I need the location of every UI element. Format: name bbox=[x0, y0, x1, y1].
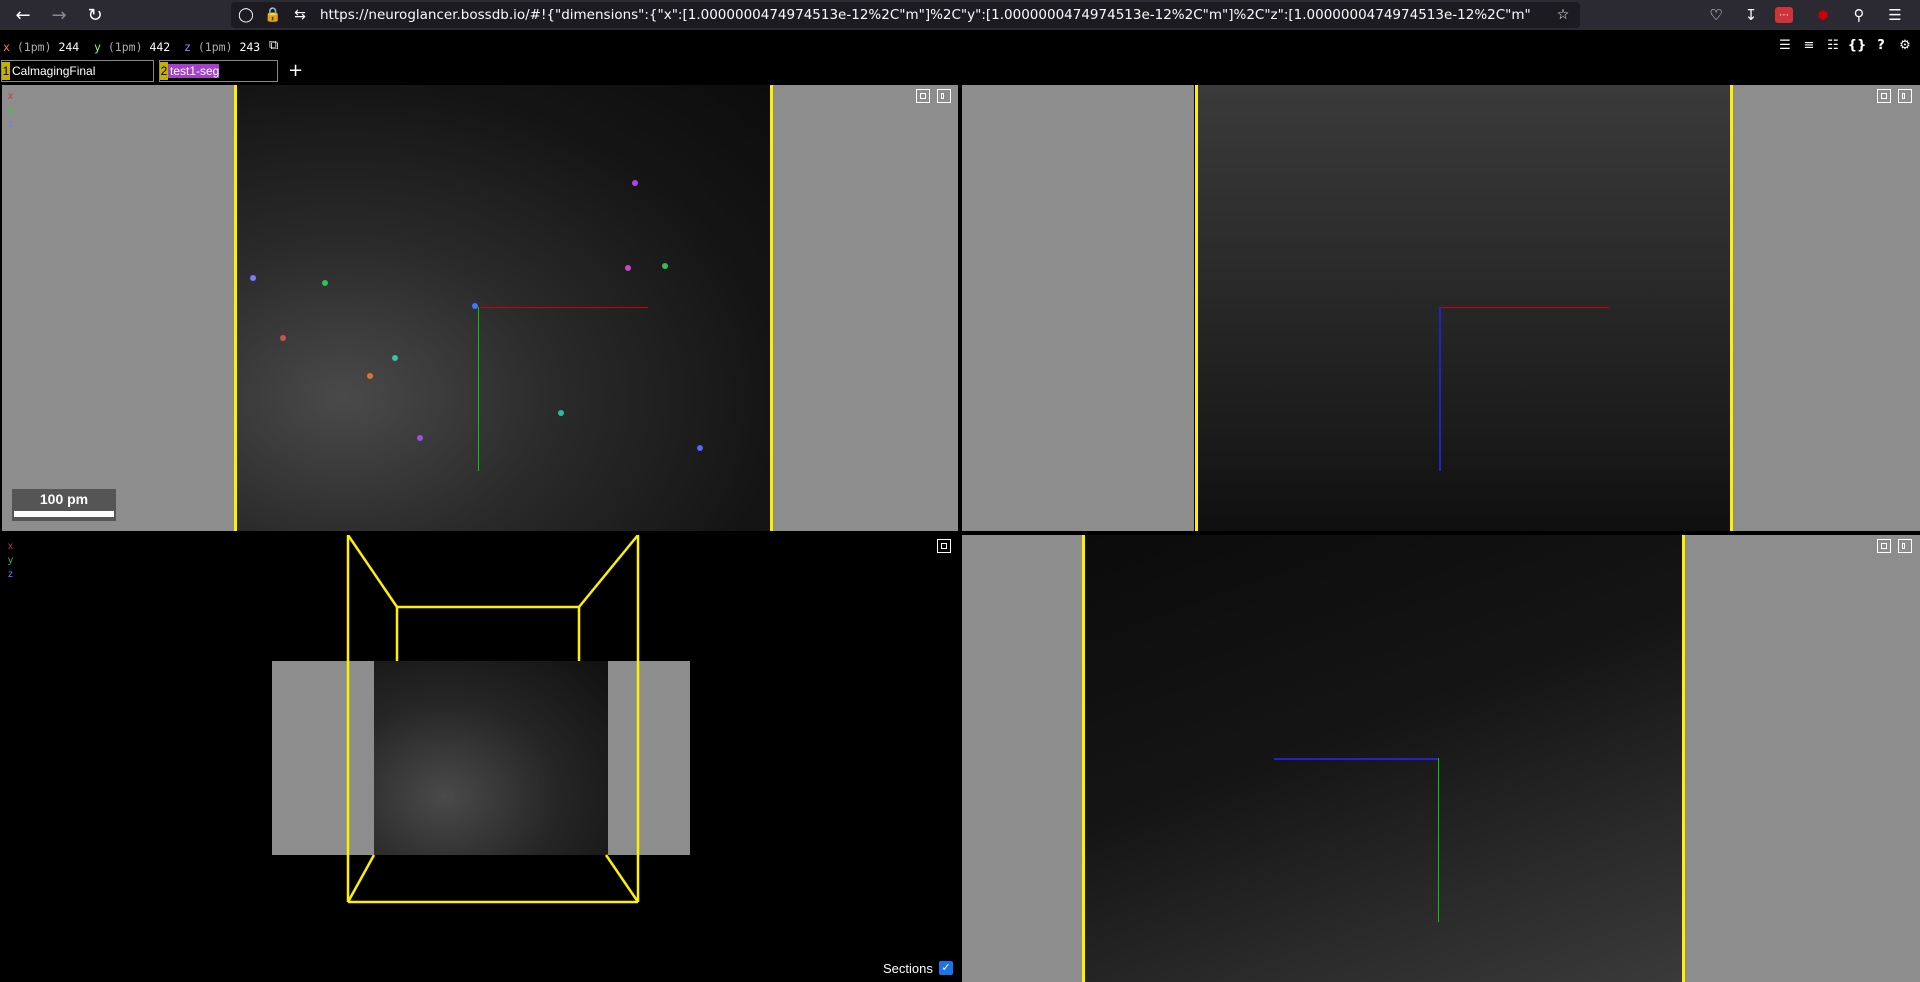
pocket-icon[interactable]: ♡ bbox=[1705, 4, 1727, 26]
panel-xy[interactable]: x y z bbox=[2, 85, 958, 531]
permissions-icon[interactable]: ⇆ bbox=[290, 5, 310, 25]
coordinate-y[interactable]: y (1pm) 442 bbox=[94, 40, 170, 54]
sections-label: Sections bbox=[883, 961, 933, 976]
segment-dot[interactable] bbox=[322, 280, 328, 286]
download-icon[interactable]: ↧ bbox=[1740, 4, 1762, 26]
panel-layout-button[interactable] bbox=[937, 89, 951, 103]
layer-name[interactable]: CalmagingFinal bbox=[10, 64, 95, 78]
layer-number: 2 bbox=[160, 62, 168, 80]
panel-3d[interactable]: x y z bbox=[2, 535, 958, 982]
coordinate-x[interactable]: x (1pm) 244 bbox=[3, 40, 79, 54]
segment-dot[interactable] bbox=[280, 335, 286, 341]
layer-name[interactable]: test1-seg bbox=[168, 64, 220, 78]
axis-x-label: x bbox=[8, 91, 13, 102]
segment-dot[interactable] bbox=[662, 263, 668, 269]
maximize-panel-button[interactable] bbox=[1877, 89, 1891, 103]
reload-icon[interactable]: ↻ bbox=[82, 3, 108, 27]
scale-bar: 100 pm bbox=[12, 489, 116, 521]
boundary-line bbox=[1730, 85, 1733, 531]
segment-dot[interactable] bbox=[625, 265, 631, 271]
forward-arrow-icon[interactable]: → bbox=[46, 3, 72, 27]
unit-label: (1pm) bbox=[197, 40, 233, 54]
json-button[interactable]: {} bbox=[1848, 37, 1867, 53]
axis-z-label: z bbox=[8, 119, 13, 130]
boundary-line bbox=[770, 85, 773, 531]
y-axis-line bbox=[1438, 758, 1439, 922]
boundary-line bbox=[1682, 535, 1685, 982]
browser-toolbar: ← → ↻ ◯ 🔒 ⇆ https://neuroglancer.bossdb.… bbox=[0, 0, 1920, 30]
url-text[interactable]: https://neuroglancer.bossdb.io/#!{"dimen… bbox=[320, 7, 1532, 23]
coordinate-value[interactable]: 442 bbox=[149, 40, 170, 54]
layer-list-icon[interactable]: ≡ bbox=[1801, 37, 1817, 53]
axis-y-label: y bbox=[8, 105, 13, 116]
segment-dot[interactable] bbox=[392, 355, 398, 361]
bounding-box bbox=[346, 535, 640, 904]
panel-layout-button[interactable] bbox=[1898, 539, 1912, 553]
segment-dot[interactable] bbox=[250, 275, 256, 281]
unit-label: (1pm) bbox=[107, 40, 143, 54]
panel-yz[interactable] bbox=[962, 535, 1920, 982]
segment-dot[interactable] bbox=[367, 373, 373, 379]
help-button[interactable]: ? bbox=[1873, 37, 1889, 53]
boundary-line bbox=[1195, 85, 1198, 531]
scale-bar-line bbox=[14, 511, 114, 517]
panel-layout-button[interactable] bbox=[1898, 89, 1912, 103]
extensions-icon[interactable]: ⚲ bbox=[1848, 4, 1870, 26]
x-axis-line bbox=[1439, 307, 1609, 308]
image-slice[interactable] bbox=[237, 85, 772, 531]
coordinate-value[interactable]: 244 bbox=[58, 40, 79, 54]
lock-icon[interactable]: 🔒 bbox=[263, 5, 283, 25]
star-icon[interactable]: ☆ bbox=[1553, 5, 1573, 25]
sliders-icon[interactable]: ☷ bbox=[1825, 37, 1841, 53]
out-of-bounds-area bbox=[962, 535, 1082, 982]
hamburger-menu-icon[interactable]: ☰ bbox=[1884, 4, 1906, 26]
unit-label: (1pm) bbox=[16, 40, 52, 54]
segment-dot[interactable] bbox=[697, 445, 703, 451]
y-axis-line bbox=[478, 307, 479, 471]
sections-checkbox[interactable]: ✓ bbox=[939, 961, 953, 975]
back-arrow-icon[interactable]: ← bbox=[10, 3, 36, 27]
panel-xz[interactable] bbox=[962, 85, 1920, 531]
add-layer-button[interactable]: + bbox=[288, 60, 303, 81]
x-axis-line bbox=[478, 307, 648, 308]
z-axis-line bbox=[1274, 758, 1439, 760]
out-of-bounds-area bbox=[1684, 535, 1920, 982]
segment-dot[interactable] bbox=[632, 180, 638, 186]
ublock-icon[interactable]: ⬢ bbox=[1812, 4, 1834, 26]
maximize-panel-button[interactable] bbox=[1877, 539, 1891, 553]
shield-icon[interactable]: ◯ bbox=[236, 5, 256, 25]
out-of-bounds-area bbox=[2, 85, 234, 531]
segment-dot[interactable] bbox=[472, 303, 478, 309]
layer-chip-2[interactable]: 2 test1-seg bbox=[159, 60, 278, 82]
gear-icon[interactable]: ⚙ bbox=[1897, 37, 1913, 53]
axis-y-label: y bbox=[94, 40, 101, 54]
out-of-bounds-area bbox=[1732, 85, 1920, 531]
image-slice[interactable] bbox=[1197, 85, 1732, 531]
extension-red-icon[interactable]: ⋯ bbox=[1775, 7, 1793, 23]
coordinate-z[interactable]: z (1pm) 243 bbox=[184, 40, 260, 54]
boundary-line bbox=[234, 85, 237, 531]
axis-z-label: z bbox=[184, 40, 191, 54]
layer-chip-1[interactable]: 1 CalmagingFinal bbox=[1, 60, 154, 82]
z-axis-line bbox=[1439, 307, 1441, 471]
scale-bar-label: 100 pm bbox=[39, 491, 89, 507]
out-of-bounds-area bbox=[962, 85, 1194, 531]
maximize-panel-button[interactable] bbox=[916, 89, 930, 103]
layers-icon[interactable]: ☰ bbox=[1777, 37, 1793, 53]
layer-number: 1 bbox=[2, 62, 10, 80]
position-bar: x (1pm) 244 y (1pm) 442 z (1pm) 243 ⧉ bbox=[0, 30, 1920, 56]
axis-x-label: x bbox=[3, 40, 10, 54]
segment-dot[interactable] bbox=[417, 435, 423, 441]
coordinate-value[interactable]: 243 bbox=[239, 40, 260, 54]
out-of-bounds-area bbox=[772, 85, 958, 531]
copy-icon[interactable]: ⧉ bbox=[269, 38, 278, 53]
boundary-line bbox=[1082, 535, 1085, 982]
address-bar[interactable]: ◯ 🔒 ⇆ https://neuroglancer.bossdb.io/#!{… bbox=[231, 2, 1580, 28]
layer-bar: 1 CalmagingFinal 2 test1-seg + bbox=[0, 58, 1920, 84]
segment-dot[interactable] bbox=[558, 410, 564, 416]
